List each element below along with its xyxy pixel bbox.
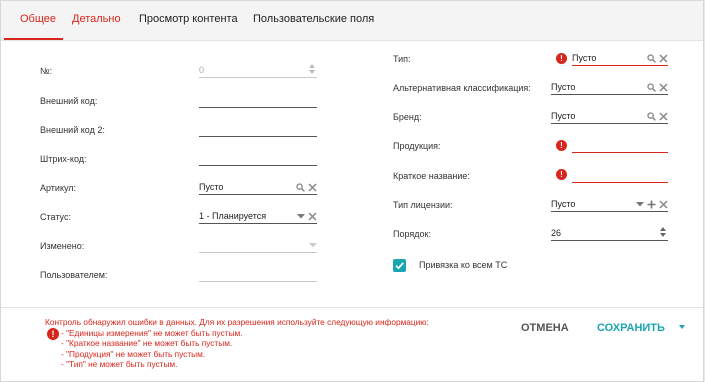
error-line: - "Единицы измерения" не может быть пуст… xyxy=(61,327,243,338)
spinner-icon[interactable] xyxy=(659,226,667,238)
checkbox-checked-icon xyxy=(395,262,404,270)
bind-all-checkbox[interactable] xyxy=(393,259,406,272)
error-icon: ! xyxy=(556,169,567,180)
cancel-button[interactable]: ОТМЕНА xyxy=(521,322,569,334)
brand-label: Бренд: xyxy=(393,112,422,122)
edit-panel: Общее Детально Просмотр контента Пользов… xyxy=(0,0,704,382)
tab-custom-fields[interactable]: Пользовательские поля xyxy=(253,13,374,25)
status-select[interactable]: 1 - Планируется xyxy=(199,210,317,224)
dropdown-icon[interactable] xyxy=(636,200,644,208)
barcode-label: Штрих-код: xyxy=(40,154,87,164)
alt-classification-value: Пусто xyxy=(551,82,576,92)
product-field[interactable] xyxy=(572,139,668,153)
status-value: 1 - Планируется xyxy=(199,211,267,221)
brand-value: Пусто xyxy=(551,111,576,121)
active-tab-indicator xyxy=(4,38,63,40)
search-icon[interactable] xyxy=(647,111,656,121)
license-type-value: Пусто xyxy=(551,199,576,209)
license-type-label: Тип лицензии: xyxy=(393,200,453,210)
type-label: Тип: xyxy=(393,54,411,64)
tab-general[interactable]: Общее xyxy=(20,13,56,25)
number-label: №: xyxy=(40,66,53,76)
external-code-2-label: Внешний код 2: xyxy=(40,125,105,135)
clear-icon[interactable] xyxy=(308,211,317,221)
spinner-icon[interactable] xyxy=(308,63,316,75)
order-field[interactable]: 26 xyxy=(551,227,668,241)
search-icon[interactable] xyxy=(647,53,656,63)
order-label: Порядок: xyxy=(393,229,431,239)
modified-label: Изменено: xyxy=(40,241,85,251)
tab-content-view[interactable]: Просмотр контента xyxy=(139,13,238,25)
clear-icon[interactable] xyxy=(659,199,668,209)
clear-icon[interactable] xyxy=(659,53,668,63)
article-value: Пусто xyxy=(199,182,224,192)
clear-icon[interactable] xyxy=(308,182,317,192)
user-label: Пользователем: xyxy=(40,270,108,280)
error-line: - "Продукция" не может быть пустым. xyxy=(61,348,206,359)
bind-all-label: Привязка ко всем ТС xyxy=(419,260,508,270)
save-button[interactable]: СОХРАНИТЬ xyxy=(597,322,665,334)
external-code-2-field[interactable] xyxy=(199,123,317,137)
save-options-dropdown-icon[interactable] xyxy=(679,325,685,329)
dropdown-icon xyxy=(309,243,317,248)
error-icon: ! xyxy=(556,140,567,151)
license-type-select[interactable]: Пусто xyxy=(551,198,668,212)
clear-icon[interactable] xyxy=(659,111,668,121)
modified-field xyxy=(199,239,317,253)
type-value: Пусто xyxy=(572,53,597,63)
error-line: - "Тип" не может быть пустым. xyxy=(61,359,178,370)
footer-divider xyxy=(1,307,703,308)
alt-classification-label: Альтернативная классификация: xyxy=(393,83,531,93)
alt-classification-field[interactable]: Пусто xyxy=(551,81,668,95)
external-code-label: Внешний код: xyxy=(40,96,98,106)
number-field[interactable]: 0 xyxy=(199,64,317,78)
short-name-label: Краткое название: xyxy=(393,171,470,181)
tab-bar: Общее Детально Просмотр контента Пользов… xyxy=(1,1,703,41)
article-field[interactable]: Пусто xyxy=(199,181,317,195)
search-icon[interactable] xyxy=(647,82,656,92)
dropdown-icon[interactable] xyxy=(297,212,305,220)
search-icon[interactable] xyxy=(296,182,305,192)
external-code-field[interactable] xyxy=(199,94,317,108)
tab-details[interactable]: Детально xyxy=(72,13,121,25)
status-label: Статус: xyxy=(40,212,71,222)
error-message: Контроль обнаружил ошибки в данных. Для … xyxy=(45,317,429,370)
order-value: 26 xyxy=(551,228,562,238)
error-header: Контроль обнаружил ошибки в данных. Для … xyxy=(45,317,429,327)
clear-icon[interactable] xyxy=(659,82,668,92)
short-name-field[interactable] xyxy=(572,169,668,183)
brand-field[interactable]: Пусто xyxy=(551,110,668,124)
user-field xyxy=(199,268,317,282)
article-label: Артикул: xyxy=(40,183,77,193)
number-value: 0 xyxy=(199,65,205,75)
barcode-field[interactable] xyxy=(199,152,317,166)
type-field[interactable]: Пусто xyxy=(572,52,668,66)
add-icon[interactable] xyxy=(647,200,656,209)
error-line: - "Краткое название" не может быть пусты… xyxy=(61,338,233,349)
error-icon: ! xyxy=(556,53,567,64)
product-label: Продукция: xyxy=(393,141,441,151)
